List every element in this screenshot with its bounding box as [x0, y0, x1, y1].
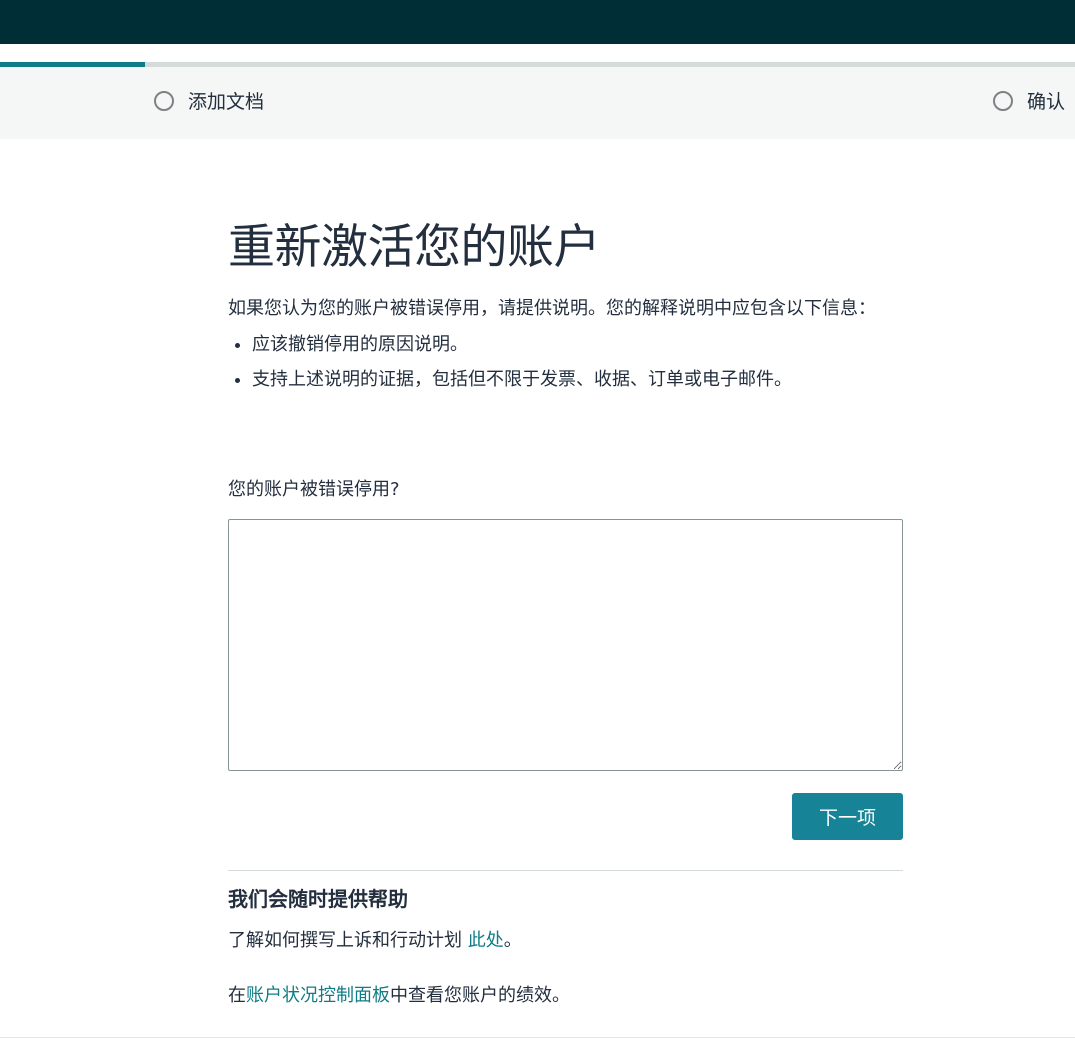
help-dashboard-suffix: 中查看您账户的绩效。: [390, 985, 570, 1006]
step-label: 添加文档: [188, 91, 265, 113]
top-navigation-bar: [0, 0, 1075, 44]
account-health-dashboard-link[interactable]: 账户状况控制面板: [246, 985, 390, 1006]
help-dashboard-prefix: 在: [228, 985, 246, 1006]
page-title: 重新激活您的账户: [228, 220, 601, 275]
intro-text: 如果您认为您的账户被错误停用，请提供说明。您的解释说明中应包含以下信息：: [228, 298, 876, 319]
help-appeal-prefix: 了解如何撰写上诉和行动计划: [228, 930, 468, 951]
list-item: 支持上述说明的证据，包括但不限于发票、收据、订单或电子邮件。: [252, 362, 903, 397]
explanation-textarea[interactable]: [228, 519, 903, 771]
step-circle-icon: [993, 90, 1013, 111]
help-appeal-suffix: 。: [503, 930, 522, 951]
main-content: 重新激活您的账户 如果您认为您的账户被错误停用，请提供说明。您的解释说明中应包含…: [228, 212, 903, 1006]
explanation-field-label: 您的账户被错误停用?: [228, 479, 400, 500]
list-item: 应该撤销停用的原因说明。: [252, 327, 903, 362]
step-add-documents: 添加文档: [154, 87, 264, 114]
help-section-title: 我们会随时提供帮助: [228, 887, 408, 911]
step-confirm: 确认: [993, 87, 1065, 114]
next-button[interactable]: 下一项: [792, 793, 903, 840]
step-circle-icon: [154, 90, 174, 111]
appeal-guide-link[interactable]: 此处: [468, 930, 504, 951]
requirements-list: 应该撤销停用的原因说明。 支持上述说明的证据，包括但不限于发票、收据、订单或电子…: [228, 327, 903, 397]
help-appeal-text: 了解如何撰写上诉和行动计划 此处。: [228, 925, 522, 957]
footer-divider: [0, 1037, 1075, 1038]
help-dashboard-text: 在账户状况控制面板中查看您账户的绩效。: [228, 980, 570, 1012]
section-divider: [228, 870, 903, 871]
step-label: 确认: [1027, 91, 1066, 113]
step-indicator: 添加文档 确认: [0, 67, 1075, 139]
